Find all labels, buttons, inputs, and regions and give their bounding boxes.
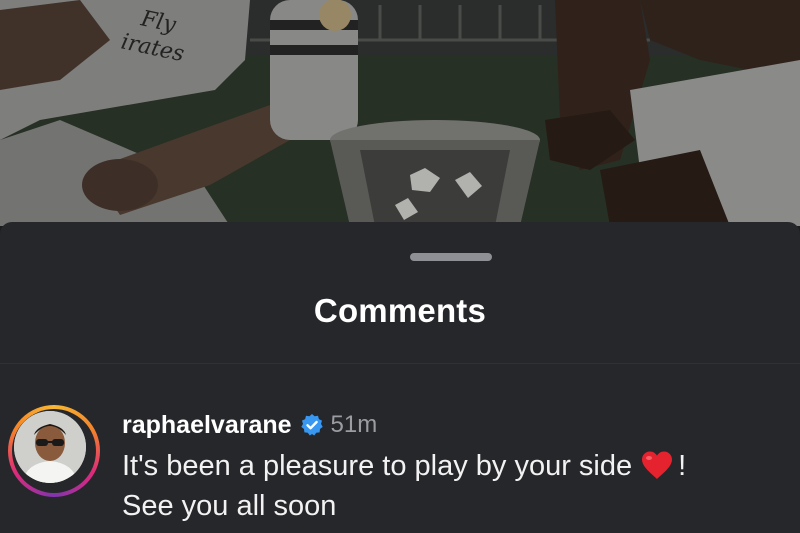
comment-line-1-end: !: [678, 450, 687, 482]
verified-badge-icon: [300, 414, 323, 436]
red-heart-emoji-icon: [642, 451, 673, 479]
avatar-story-ring[interactable]: [8, 405, 100, 497]
comment-line-1: It's been a pleasure to play by your sid…: [122, 450, 633, 482]
drag-handle[interactable]: [410, 253, 492, 261]
comment-line-2: See you all soon: [122, 490, 337, 522]
comment-timestamp: 51m: [330, 411, 378, 438]
comment-text: It's been a pleasure to play by your sid…: [122, 446, 792, 526]
comment-username[interactable]: raphaelvarane: [122, 411, 292, 440]
title-divider: [0, 363, 800, 364]
avatar[interactable]: [14, 411, 86, 483]
comment-item: raphaelvarane 51m It's been a pleasure t…: [122, 408, 792, 526]
sheet-title: Comments: [313, 292, 487, 329]
comment-meta: raphaelvarane 51m: [122, 408, 792, 442]
post-photo: Fly irates: [0, 0, 800, 226]
